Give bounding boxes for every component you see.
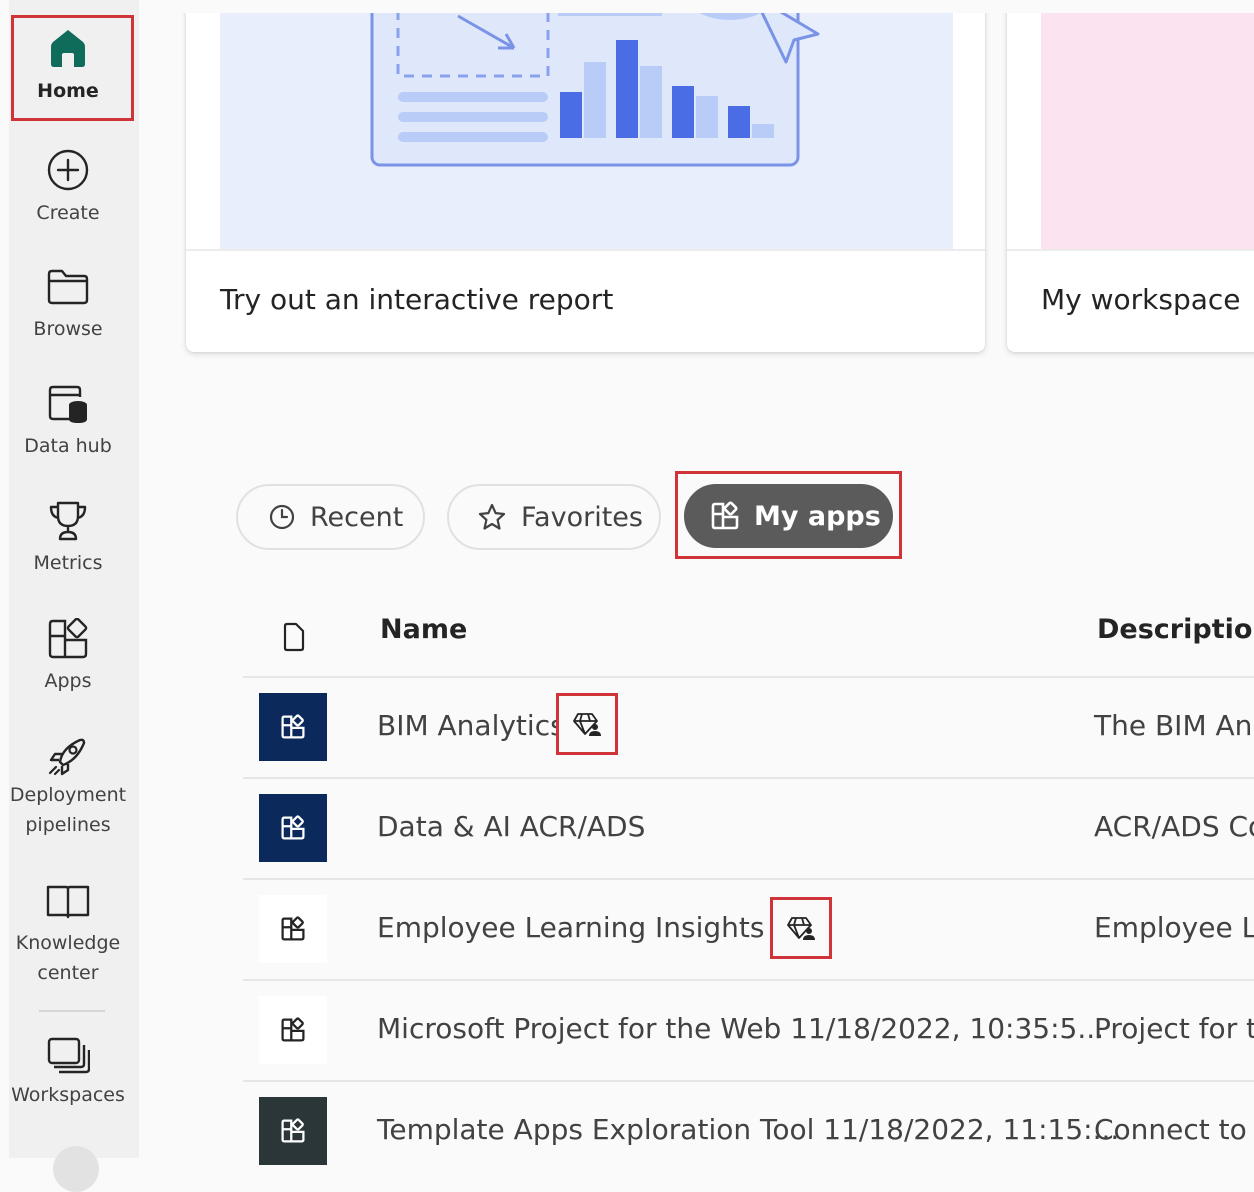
workspaces-icon xyxy=(47,1037,90,1074)
report-illustration xyxy=(220,0,953,249)
card-my-workspace[interactable]: My workspace xyxy=(1007,0,1254,352)
nav-workspaces[interactable]: Workspaces xyxy=(9,1036,127,1110)
app-name[interactable]: BIM Analytics xyxy=(377,709,565,742)
more-button[interactable] xyxy=(53,1146,99,1192)
nav-create[interactable]: Create xyxy=(9,148,127,228)
endorsement-badge-highlight xyxy=(770,897,832,959)
rocket-icon xyxy=(48,738,86,776)
table-row[interactable]: Template Apps Exploration Tool 11/18/202… xyxy=(243,1081,1254,1181)
tab-recent[interactable]: Recent xyxy=(236,484,425,550)
endorsement-badge-highlight xyxy=(556,693,618,755)
tab-favorites-label: Favorites xyxy=(521,501,643,533)
trophy-icon xyxy=(49,501,87,541)
app-description: Project for th xyxy=(1094,1012,1254,1045)
apps-icon xyxy=(281,714,305,739)
nav-data-hub[interactable]: Data hub xyxy=(9,383,127,461)
workspace-illustration xyxy=(1041,0,1254,249)
card-title: My workspace xyxy=(1041,283,1241,316)
left-nav-rail: Home Create Browse Data hub Metrics Apps… xyxy=(9,0,139,1192)
table-row[interactable]: BIM Analytics The BIM Ana xyxy=(243,677,1254,777)
nav-workspaces-label: Workspaces xyxy=(11,1084,125,1106)
app-description: Employee Le xyxy=(1094,911,1254,944)
nav-metrics[interactable]: Metrics xyxy=(9,500,127,578)
nav-knowledge-label-2: center xyxy=(37,962,99,984)
apps-icon xyxy=(281,1118,305,1143)
table-row[interactable]: Microsoft Project for the Web 11/18/2022… xyxy=(243,980,1254,1080)
table-row[interactable]: Employee Learning Insights BI Employee L… xyxy=(243,879,1254,979)
nav-browse-label: Browse xyxy=(33,318,103,340)
nav-metrics-label: Metrics xyxy=(33,552,103,574)
app-description: ACR/ADS Co xyxy=(1094,810,1254,843)
data-hub-icon xyxy=(48,385,87,423)
folder-icon xyxy=(47,269,89,305)
nav-deployment-label-2: pipelines xyxy=(25,814,111,836)
top-strip xyxy=(139,0,1254,13)
app-tile xyxy=(259,693,327,761)
star-icon xyxy=(478,503,506,530)
nav-browse[interactable]: Browse xyxy=(9,268,127,344)
card-divider xyxy=(186,249,985,251)
column-header-name[interactable]: Name xyxy=(380,614,467,645)
nav-apps[interactable]: Apps xyxy=(9,618,127,696)
tab-recent-label: Recent xyxy=(310,501,404,533)
nav-deployment-pipelines[interactable]: Deployment pipelines xyxy=(9,734,127,840)
app-tile xyxy=(259,794,327,862)
table-row[interactable]: Data & AI ACR/ADS ACR/ADS Co xyxy=(243,778,1254,878)
nav-apps-label: Apps xyxy=(44,670,92,692)
app-tile xyxy=(259,895,327,963)
card-interactive-report[interactable]: Try out an interactive report xyxy=(186,0,985,352)
diamond-badge-icon xyxy=(787,917,815,940)
nav-create-label: Create xyxy=(36,202,100,224)
nav-knowledge-center[interactable]: Knowledge center xyxy=(9,884,127,988)
rail-divider xyxy=(39,1010,105,1012)
app-name[interactable]: Microsoft Project for the Web 11/18/2022… xyxy=(377,1012,1104,1045)
app-tile xyxy=(259,1097,327,1165)
diamond-badge-icon xyxy=(573,713,601,736)
nav-deployment-label-1: Deployment xyxy=(9,784,127,806)
card-divider xyxy=(1007,249,1254,251)
tab-favorites[interactable]: Favorites xyxy=(447,484,661,550)
app-description: Connect to M xyxy=(1094,1113,1254,1146)
app-name[interactable]: Data & AI ACR/ADS xyxy=(377,810,645,843)
my-apps-highlight-box xyxy=(675,471,902,559)
apps-icon xyxy=(48,618,88,659)
apps-icon xyxy=(281,916,305,941)
app-name[interactable]: Employee Learning Insights BI xyxy=(377,911,801,944)
column-header-description[interactable]: Description xyxy=(1097,614,1254,645)
nav-knowledge-label-1: Knowledge xyxy=(15,932,121,954)
apps-icon xyxy=(281,815,305,840)
apps-icon xyxy=(281,1017,305,1042)
plus-circle-icon xyxy=(47,149,89,191)
clock-icon xyxy=(269,504,295,530)
nav-data-hub-label: Data hub xyxy=(24,435,112,457)
file-icon xyxy=(283,622,305,652)
home-highlight-box xyxy=(11,15,134,121)
app-name[interactable]: Template Apps Exploration Tool 11/18/202… xyxy=(377,1113,1119,1146)
app-description: The BIM Ana xyxy=(1094,709,1254,742)
book-icon xyxy=(46,885,90,919)
app-tile xyxy=(259,996,327,1064)
card-title: Try out an interactive report xyxy=(220,283,614,316)
